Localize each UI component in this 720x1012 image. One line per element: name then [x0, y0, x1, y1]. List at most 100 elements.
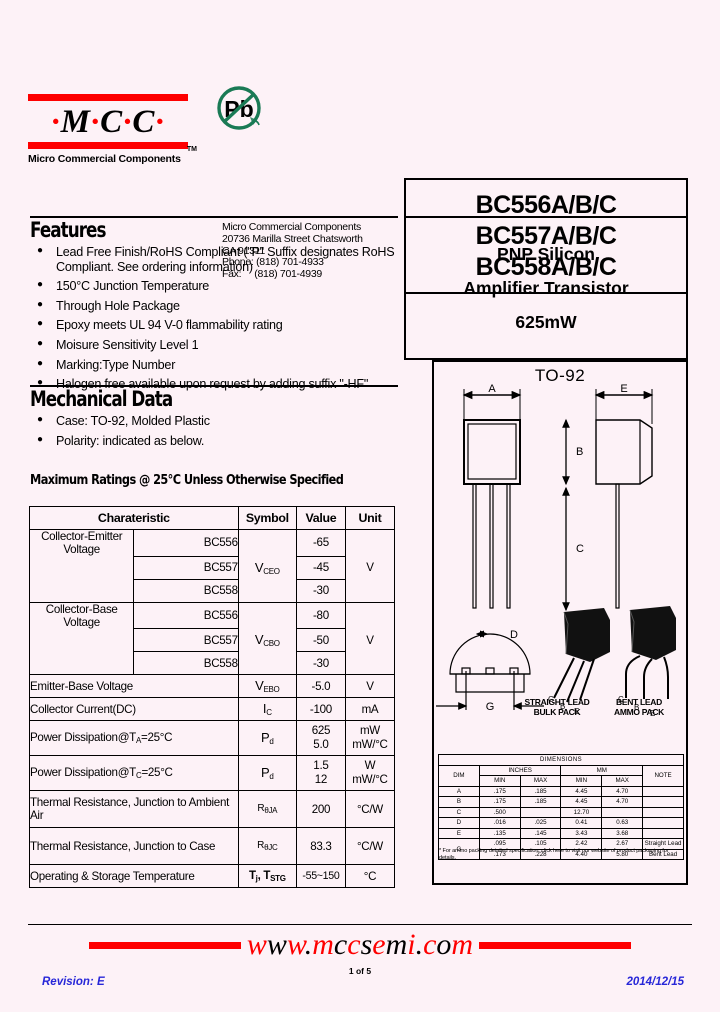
dims-group-row: DIM INCHES MM NOTE [438, 764, 684, 787]
straight-lead-label: STRAIGHT LEAD BULK PACK [516, 697, 598, 717]
cell-characteristic: Emitter-Base Voltage [29, 674, 239, 698]
table-row: Collector-Base Voltage BC556 -80 [28, 601, 396, 629]
trademark-mark: TM [186, 146, 197, 153]
value-line: 12 [314, 773, 328, 786]
cell-unit: °C [344, 864, 396, 888]
cell-symbol: Pd [237, 720, 297, 756]
cell-note [642, 785, 684, 797]
table-row: Collector-Emitter Voltage BC556 -65 [28, 529, 396, 557]
footer-bar-right [479, 941, 632, 949]
cell-dim: A [438, 785, 480, 797]
cell-unit: mW mW/°C [344, 720, 396, 756]
cell-symbol: RθJC [237, 827, 297, 865]
datasheet-page: ·M·C·C· TM Micro Commercial Components P… [0, 0, 720, 1012]
cell-symbol [237, 651, 297, 675]
dims-title-row: DIMENSIONS [438, 754, 684, 766]
cell-part: BC556 [133, 529, 239, 557]
dimension-label-D: D [510, 629, 518, 641]
list-item: Moisure Sensitivity Level 1 [30, 337, 398, 353]
cell-mm-max: 4.70 [601, 785, 644, 797]
cell-part: BC557 [133, 555, 239, 580]
table-row: D .016 .025 0.41 0.63 [438, 817, 684, 829]
logo-wordmark: ·M·C·C· [51, 104, 165, 140]
cell-value: -80 [295, 601, 346, 629]
col-value: Value [295, 506, 346, 530]
cell-mm-max: 4.70 [601, 796, 644, 808]
package-outline-box: TO-92 A D G B C E C B E C B E STRAIGHT L… [432, 360, 688, 885]
cell-part: BC558 [133, 578, 239, 603]
unit-line: mW [359, 724, 380, 737]
cell-value: -100 [295, 697, 346, 721]
cell-unit: mA [344, 697, 396, 721]
cell-note [642, 817, 684, 829]
cell-in-max: .185 [519, 785, 562, 797]
cell-characteristic: Power Dissipation@TC=25°C [29, 755, 239, 791]
cell-mm-min: 12.70 [560, 806, 603, 818]
cell-characteristic: Operating & Storage Temperature [29, 864, 239, 888]
table-header-row: Charateristic Symbol Value Unit [29, 506, 396, 530]
cell-in-max: .145 [519, 827, 562, 839]
table-row: BC557 VCEO -45 V [28, 555, 396, 580]
max-ratings-title: Maximum Ratings @ 25°C Unless Otherwise … [30, 472, 344, 488]
cell-symbol [237, 601, 297, 629]
lead-label-line: BENT LEAD [616, 697, 662, 707]
col-in-max: MAX [519, 775, 562, 787]
packaging-note: * For ammo packing detailed specificatio… [439, 848, 669, 861]
product-description-box: PNP Silicon Amplifier Transistor 625mW [404, 216, 688, 360]
footer-website[interactable]: www.mccsemi.com [0, 928, 720, 962]
features-title: Features [30, 218, 106, 242]
col-dim: DIM [438, 764, 480, 787]
value-line: 1.5 [313, 759, 329, 772]
cell-value: -55~150 [295, 864, 346, 888]
list-item: Polarity: indicated as below. [30, 433, 398, 449]
unit-line: mW/°C [352, 738, 388, 751]
cell-symbol: VEBO [237, 674, 297, 698]
mechanical-list: Case: TO-92, Molded Plastic Polarity: in… [30, 413, 398, 449]
cell-unit [344, 529, 396, 556]
cell-characteristic: Power Dissipation@TA=25°C [29, 720, 239, 756]
col-mm-min: MIN [560, 775, 603, 787]
cell-characteristic [28, 579, 135, 603]
cell-mm-max: 0.63 [601, 817, 644, 829]
cell-note [642, 827, 684, 839]
cell-mm-min: 0.41 [560, 817, 603, 829]
list-item: Through Hole Package [30, 298, 398, 314]
lead-label-line: BULK PACK [533, 707, 581, 717]
table-row: BC558 -30 [28, 651, 396, 675]
cell-symbol: Pd [237, 755, 297, 791]
table-row: C .500 12.70 [438, 806, 684, 818]
footer-bar-left [88, 941, 241, 949]
cell-value: 200 [295, 790, 346, 828]
mechanical-data-section: Mechanical Data Case: TO-92, Molded Plas… [30, 385, 398, 453]
cell-unit: V [344, 674, 396, 698]
logo-subtitle: Micro Commercial Components [28, 153, 181, 165]
cell-part: BC557 [133, 628, 239, 652]
cell-in-min: .175 [478, 796, 521, 808]
page-header: ·M·C·C· TM Micro Commercial Components P… [0, 82, 720, 294]
table-row: E .135 .145 3.43 3.68 [438, 827, 684, 839]
website-url[interactable]: www.mccsemi.com [247, 928, 473, 962]
features-list: Lead Free Finish/RoHS Compliant ("P" Suf… [30, 244, 398, 392]
max-ratings-table: Charateristic Symbol Value Unit Collecto… [28, 506, 396, 888]
cell-unit: °C/W [344, 790, 396, 828]
lead-style-labels: STRAIGHT LEAD BULK PACK BENT LEAD AMMO P… [434, 697, 686, 717]
cell-unit [344, 601, 396, 629]
description-line: Amplifier Transistor [463, 278, 629, 298]
dimension-label-E: E [620, 383, 627, 395]
table-row: BC558 -30 [28, 578, 396, 603]
cell-value: 625 5.0 [295, 720, 346, 756]
cell-unit: V [344, 628, 396, 652]
table-row: B .175 .185 4.45 4.70 [438, 796, 684, 808]
table-row: Power Dissipation@TA=25°C Pd 625 5.0 mW … [29, 720, 396, 756]
footer-divider [28, 924, 692, 925]
cell-symbol [237, 529, 297, 556]
cell-part: BC556 [133, 601, 239, 629]
cell-characteristic [28, 651, 135, 675]
dimension-label-C: C [576, 543, 584, 555]
table-row: Operating & Storage Temperature Tj, TSTG… [29, 864, 396, 888]
col-in-min: MIN [478, 775, 521, 787]
cell-symbol: VCBO [237, 628, 297, 652]
cell-unit: °C/W [344, 827, 396, 865]
mechanical-title: Mechanical Data [30, 387, 173, 411]
cell-value: -50 [295, 628, 346, 652]
